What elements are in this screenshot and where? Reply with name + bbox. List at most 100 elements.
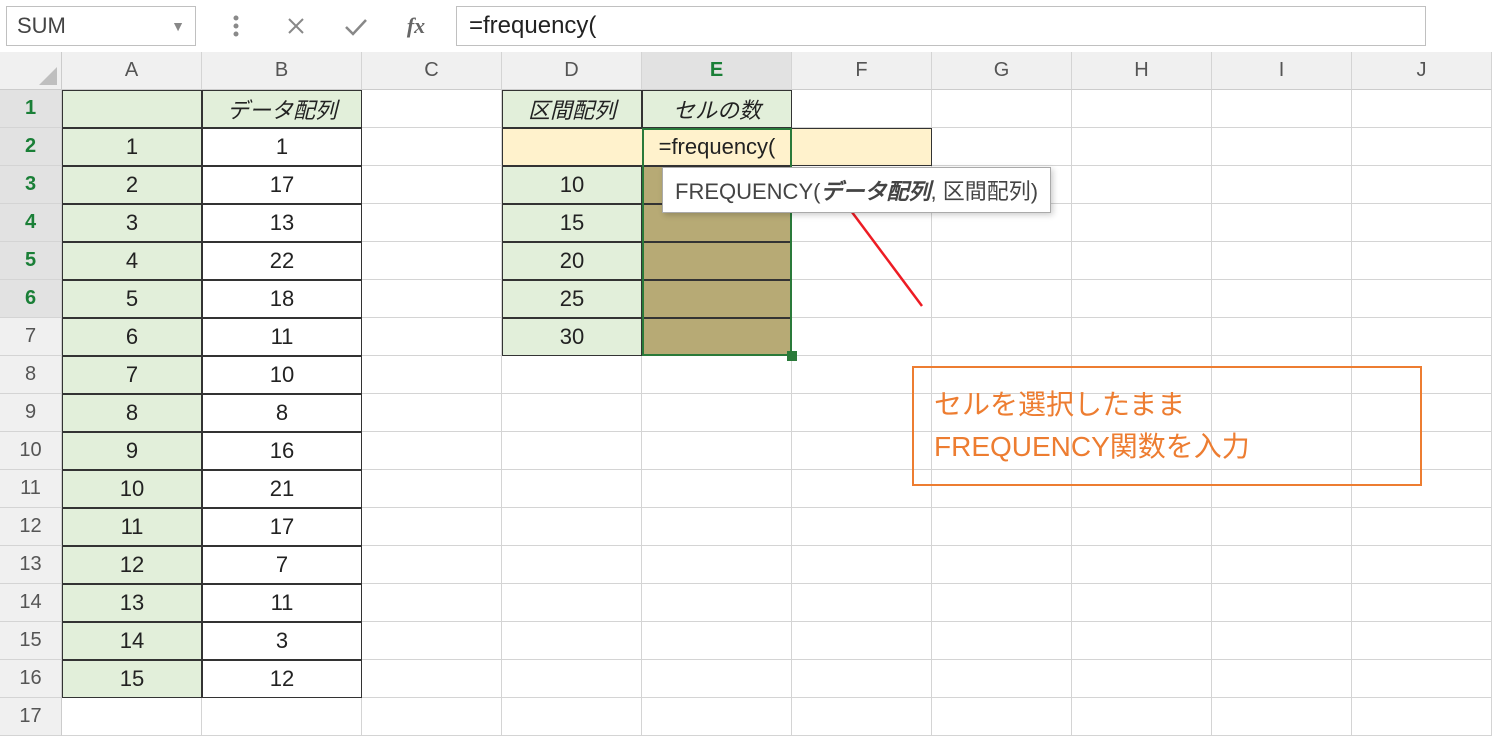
cell-F15[interactable]	[792, 622, 932, 660]
bin-D3[interactable]: 10	[502, 166, 642, 204]
cancel-icon[interactable]	[276, 6, 316, 46]
cell-H3[interactable]	[1072, 166, 1212, 204]
rowidx-6[interactable]: 5	[62, 280, 202, 318]
cell-J14[interactable]	[1352, 584, 1492, 622]
cell-J1[interactable]	[1352, 90, 1492, 128]
cell-C12[interactable]	[362, 508, 502, 546]
cell-H1[interactable]	[1072, 90, 1212, 128]
cell-D10[interactable]	[502, 432, 642, 470]
rowidx-7[interactable]: 6	[62, 318, 202, 356]
cell-D17[interactable]	[502, 698, 642, 736]
cell-C9[interactable]	[362, 394, 502, 432]
cell-H5[interactable]	[1072, 242, 1212, 280]
rowidx-8[interactable]: 7	[62, 356, 202, 394]
row-header-15[interactable]: 15	[0, 622, 62, 660]
cell-I16[interactable]	[1212, 660, 1352, 698]
cell-J4[interactable]	[1352, 204, 1492, 242]
cell-E16[interactable]	[642, 660, 792, 698]
rowidx-12[interactable]: 11	[62, 508, 202, 546]
cell-D14[interactable]	[502, 584, 642, 622]
cell-E12[interactable]	[642, 508, 792, 546]
cell-F14[interactable]	[792, 584, 932, 622]
cell-H16[interactable]	[1072, 660, 1212, 698]
cell-H6[interactable]	[1072, 280, 1212, 318]
rowidx-4[interactable]: 3	[62, 204, 202, 242]
cell-I6[interactable]	[1212, 280, 1352, 318]
data-B7[interactable]: 11	[202, 318, 362, 356]
row-header-9[interactable]: 9	[0, 394, 62, 432]
cell-I13[interactable]	[1212, 546, 1352, 584]
bin-D7[interactable]: 30	[502, 318, 642, 356]
cell-D12[interactable]	[502, 508, 642, 546]
cell-A17[interactable]	[62, 698, 202, 736]
data-B11[interactable]: 21	[202, 470, 362, 508]
editing-cell-E2[interactable]: =frequency(	[502, 128, 932, 166]
cell-I12[interactable]	[1212, 508, 1352, 546]
cell-H7[interactable]	[1072, 318, 1212, 356]
cell-H4[interactable]	[1072, 204, 1212, 242]
cell-C14[interactable]	[362, 584, 502, 622]
row-header-1[interactable]: 1	[0, 90, 62, 128]
rowidx-10[interactable]: 9	[62, 432, 202, 470]
cell-I5[interactable]	[1212, 242, 1352, 280]
row-header-16[interactable]: 16	[0, 660, 62, 698]
bin-D4[interactable]: 15	[502, 204, 642, 242]
row-header-4[interactable]: 4	[0, 204, 62, 242]
cell-J5[interactable]	[1352, 242, 1492, 280]
cell-E14[interactable]	[642, 584, 792, 622]
cell-G15[interactable]	[932, 622, 1072, 660]
row-header-8[interactable]: 8	[0, 356, 62, 394]
cell-G13[interactable]	[932, 546, 1072, 584]
cell-G14[interactable]	[932, 584, 1072, 622]
data-B16[interactable]: 12	[202, 660, 362, 698]
cell-H2[interactable]	[1072, 128, 1212, 166]
cell-C7[interactable]	[362, 318, 502, 356]
data-B6[interactable]: 18	[202, 280, 362, 318]
cell-F7[interactable]	[792, 318, 932, 356]
row-header-11[interactable]: 11	[0, 470, 62, 508]
col-header-C[interactable]: C	[362, 52, 502, 90]
cell-G5[interactable]	[932, 242, 1072, 280]
rowidx-14[interactable]: 13	[62, 584, 202, 622]
cell-J15[interactable]	[1352, 622, 1492, 660]
row-header-5[interactable]: 5	[0, 242, 62, 280]
cell-C2[interactable]	[362, 128, 502, 166]
cell-E9[interactable]	[642, 394, 792, 432]
cell-E11[interactable]	[642, 470, 792, 508]
cell-G6[interactable]	[932, 280, 1072, 318]
cell-I2[interactable]	[1212, 128, 1352, 166]
name-box[interactable]: SUM ▼	[6, 6, 196, 46]
col-header-H[interactable]: H	[1072, 52, 1212, 90]
cell-D16[interactable]	[502, 660, 642, 698]
cell-G17[interactable]	[932, 698, 1072, 736]
cell-C15[interactable]	[362, 622, 502, 660]
cell-C16[interactable]	[362, 660, 502, 698]
cell-E15[interactable]	[642, 622, 792, 660]
row-header-3[interactable]: 3	[0, 166, 62, 204]
cell-J17[interactable]	[1352, 698, 1492, 736]
cell-E10[interactable]	[642, 432, 792, 470]
cell-A1[interactable]	[62, 90, 202, 128]
data-B2[interactable]: 1	[202, 128, 362, 166]
cell-D9[interactable]	[502, 394, 642, 432]
cell-C10[interactable]	[362, 432, 502, 470]
chevron-down-icon[interactable]: ▼	[171, 18, 185, 34]
cell-B17[interactable]	[202, 698, 362, 736]
rowidx-13[interactable]: 12	[62, 546, 202, 584]
cell-G2[interactable]	[932, 128, 1072, 166]
col-header-B[interactable]: B	[202, 52, 362, 90]
data-B13[interactable]: 7	[202, 546, 362, 584]
cell-D13[interactable]	[502, 546, 642, 584]
cell-J16[interactable]	[1352, 660, 1492, 698]
cell-G7[interactable]	[932, 318, 1072, 356]
cell-I3[interactable]	[1212, 166, 1352, 204]
cell-F8[interactable]	[792, 356, 932, 394]
data-B10[interactable]: 16	[202, 432, 362, 470]
cell-D8[interactable]	[502, 356, 642, 394]
cell-F13[interactable]	[792, 546, 932, 584]
cell-D11[interactable]	[502, 470, 642, 508]
col-header-I[interactable]: I	[1212, 52, 1352, 90]
cell-J7[interactable]	[1352, 318, 1492, 356]
cell-E17[interactable]	[642, 698, 792, 736]
cell-C3[interactable]	[362, 166, 502, 204]
